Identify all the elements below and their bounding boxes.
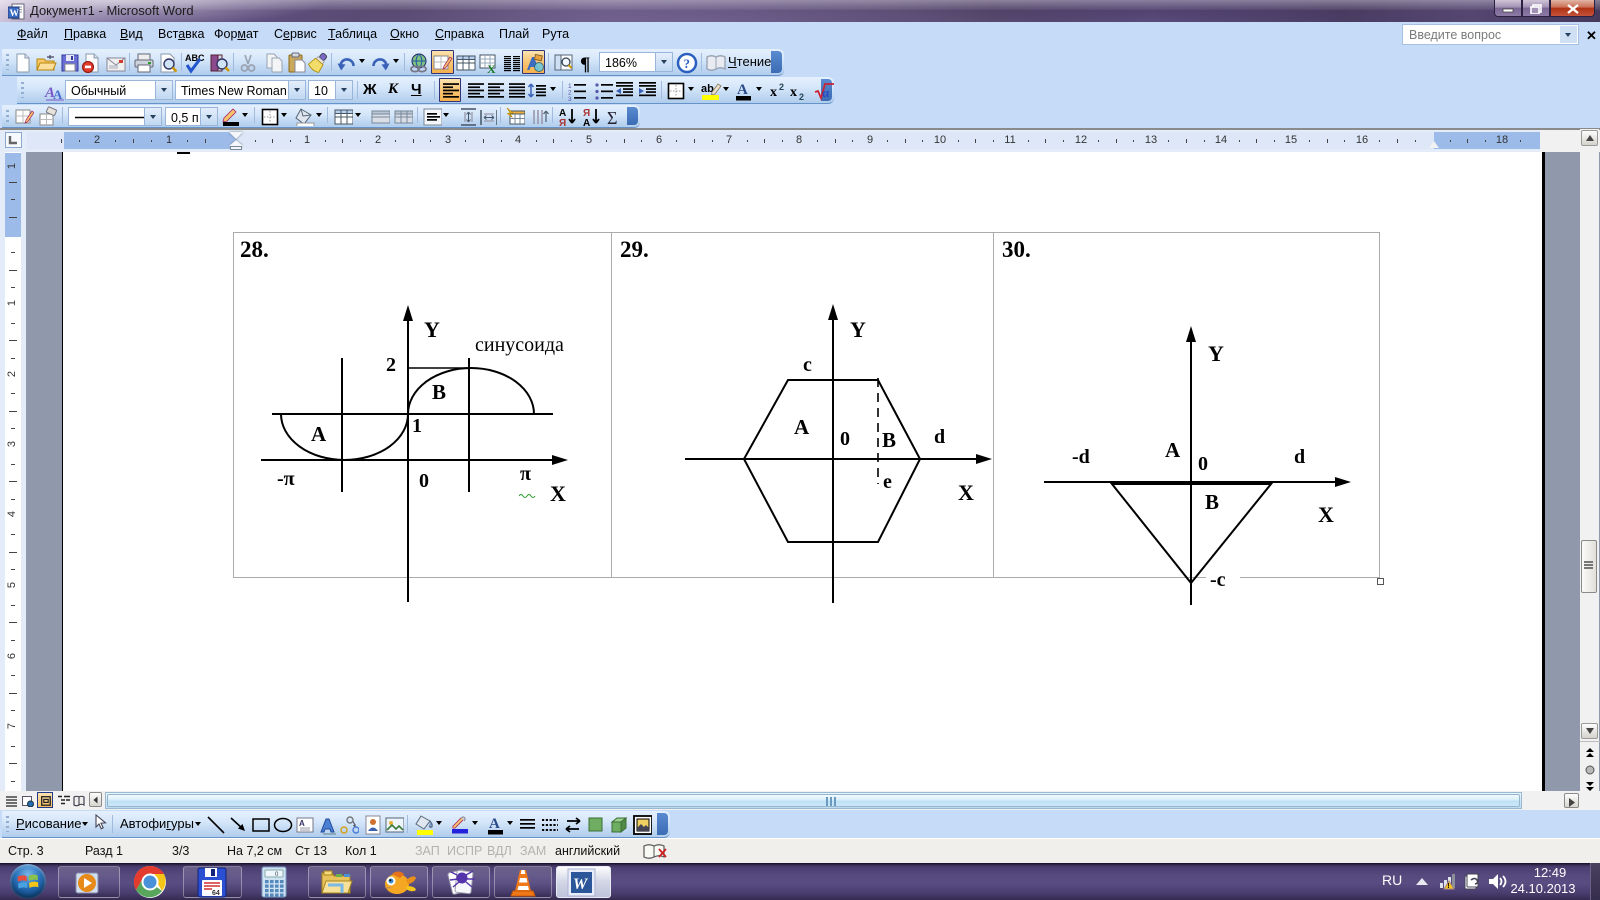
svg-text:А: А xyxy=(583,118,590,126)
svg-text:¶: ¶ xyxy=(580,54,590,74)
svg-text:64: 64 xyxy=(212,890,220,897)
svg-text:Я: Я xyxy=(559,118,566,126)
svg-text:α: α xyxy=(822,85,830,100)
svg-text:ABC: ABC xyxy=(185,53,205,63)
svg-text:x: x xyxy=(770,85,777,100)
svg-text:A: A xyxy=(737,82,748,98)
svg-text:Σ: Σ xyxy=(607,108,617,126)
svg-text:2: 2 xyxy=(799,92,804,102)
svg-text:2: 2 xyxy=(779,82,784,92)
svg-text:x: x xyxy=(790,85,797,100)
svg-text:A: A xyxy=(489,816,500,832)
svg-text:W: W xyxy=(573,876,589,893)
svg-text:?: ? xyxy=(684,56,691,71)
svg-text:!: ! xyxy=(1447,883,1449,890)
svg-text:X: X xyxy=(487,62,496,74)
svg-text:3: 3 xyxy=(568,96,572,102)
svg-text:W: W xyxy=(10,9,20,19)
svg-text:A: A xyxy=(299,819,305,828)
